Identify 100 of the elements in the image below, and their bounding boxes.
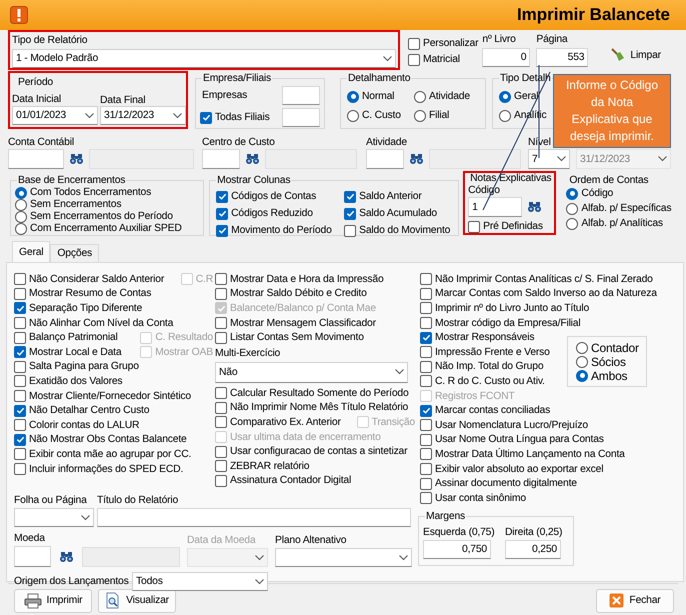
radio-button[interactable]: Filial [414,109,481,122]
checkbox[interactable]: Salta Pagina para Grupo [14,360,139,374]
checkbox[interactable]: Usar Nome Outra Língua para Contas [420,433,604,446]
checkbox[interactable]: Mostrar Resumo de Contas [14,287,152,300]
radio-button[interactable]: Alfab. p/ Analíticas [566,217,673,230]
checkbox[interactable]: Saldo Anterior [344,190,454,203]
checkbox[interactable]: Marcar contas conciliadas [420,404,550,418]
checkbox[interactable]: Personalizar [408,37,478,50]
checkbox[interactable]: Movimento do Período [216,224,344,237]
text-field[interactable]: 0,750 [423,540,491,558]
binoculars-icon[interactable] [60,550,73,563]
checkbox[interactable]: Mostrar código da Empresa/Filial [420,316,580,330]
radio-button[interactable]: Sócios [576,354,646,368]
text-field[interactable]: 553 [536,48,588,67]
dropdown[interactable]: Todos [132,572,268,592]
checkbox[interactable]: Listar Contas Sem Movimento [215,331,364,344]
radio-button[interactable]: Contador [576,340,646,354]
dropdown[interactable]: 31/12/2023 [576,149,671,169]
checkbox[interactable]: Exibir valor absoluto ao exportar excel [420,462,604,476]
checkbox[interactable]: Códigos de Contas [216,190,344,203]
binoculars-icon[interactable] [246,153,259,165]
radio-button[interactable]: Normal [347,90,414,103]
checkbox[interactable]: Não Imprimir Nome Mês Título Relatório [215,401,408,414]
text-field[interactable] [97,508,411,528]
dropdown[interactable]: 1 - Modelo Padrão [12,49,396,68]
checkbox[interactable]: Assinar documento digitalmente [420,477,577,490]
text-field[interactable] [282,86,320,105]
checkbox[interactable]: Não Mostrar Obs Contas Balancete [14,433,187,446]
text-field[interactable] [429,149,521,169]
dropdown[interactable]: 7 [528,149,570,169]
clear-button[interactable]: Limpar [608,45,663,65]
radio-button[interactable]: Alfab. p/ Específicas [566,202,673,215]
checkbox[interactable]: Balanço Patrimonial [14,331,118,344]
checkbox[interactable]: Saldo do Movimento [344,224,454,237]
checkbox[interactable]: Não Considerar Saldo Anterior [14,272,164,286]
tab[interactable]: Opções [50,244,100,262]
text-field[interactable] [14,546,51,568]
radio-button[interactable]: Atividade [414,90,481,103]
radio-button[interactable]: C. Custo [347,109,414,122]
checkbox[interactable]: Todas Filiais [200,111,270,124]
field-label: Moeda [14,532,46,546]
checkbox[interactable]: Imprimir nº do Livro Junto ao Título [420,302,590,315]
checkbox[interactable]: Mostrar Responsáveis [420,331,534,344]
checkbox[interactable]: Assinatura Contador Digital [215,474,352,488]
radio-button[interactable]: Com Encerramento Auxiliar SPED [15,223,200,235]
radio-button[interactable]: Com Todos Encerramentos [15,187,200,199]
checkbox[interactable]: Não Detalhar Centro Custo [14,404,150,418]
checkbox[interactable]: Mostrar Cliente/Fornecedor Sintético [14,390,192,403]
text-field[interactable]: 0 [482,48,530,67]
checkbox[interactable]: Usar configuracao de contas a sintetizar [215,445,408,458]
dropdown[interactable]: 01/01/2023 [12,106,98,125]
text-field[interactable] [282,108,320,127]
binoculars-icon[interactable] [70,153,83,165]
checkbox[interactable]: Pré Definidas [468,220,552,233]
radio-button[interactable]: Sem Encerramentos do Período [15,211,200,223]
checkbox[interactable]: Mostrar Mensagem Classificador [215,316,376,330]
checkbox[interactable]: Não Imp. Total do Grupo [420,360,544,374]
checkbox[interactable]: Usar Nomenclatura Lucro/Prejuízo [420,418,588,432]
text-field[interactable]: 0,250 [505,540,561,558]
close-button[interactable]: Fechar [596,588,674,612]
checkbox[interactable]: Códigos Reduzido [216,207,344,220]
checkbox[interactable]: Saldo Acumulado [344,207,454,220]
text-field[interactable] [202,149,240,169]
checkbox[interactable]: ZEBRAR relatório [215,460,310,473]
tooltip-text: Informe o Código da Nota Explicativa que deseja imprimir. [564,77,660,145]
checkbox[interactable]: Separação Tipo Diferente [14,302,142,315]
text-field[interactable] [366,149,404,169]
text-field[interactable] [82,546,180,567]
checkbox[interactable]: Usar conta sinônimo [420,492,526,505]
print-button[interactable]: Imprimir [14,588,92,612]
checkbox[interactable]: C. R do C. Custo ou Ativ. [420,374,545,388]
checkbox[interactable]: Mostrar Data e Hora da Impressão [215,272,384,286]
checkbox[interactable]: Marcar Contas com Saldo Inverso ao da Natureza [420,287,657,300]
binoculars-icon[interactable] [410,153,423,165]
checkbox[interactable]: Impressão Frente e Verso [420,346,550,359]
checkbox[interactable]: Incluir informações do SPED ECD. [14,462,184,476]
preview-button[interactable]: Visualizar [98,588,176,612]
dropdown[interactable] [275,548,412,568]
checkbox[interactable]: Mostrar Saldo Débito e Credito [215,287,367,300]
binoculars-icon[interactable] [528,201,542,213]
radio-button[interactable]: Geral [499,90,552,103]
checkbox[interactable]: Matricial [408,53,478,66]
checkbox[interactable]: Mostrar Data Último Lançamento na Conta [420,448,625,461]
checkbox[interactable]: Calcular Resultado Somente do Período [215,386,409,400]
checkbox[interactable]: Não Imprimir Contas Analíticas c/ S. Final Zerado [420,272,653,286]
radio-button[interactable]: Ambos [576,368,646,382]
dropdown[interactable]: Não [215,362,408,383]
checkbox[interactable]: Mostrar Local e Data [14,346,122,359]
dropdown[interactable]: 31/12/2023 [100,106,186,125]
checkbox[interactable]: Não Alinhar Com Nível da Conta [14,316,174,330]
radio-button[interactable]: Código [566,187,673,200]
checkbox[interactable]: Exatidão dos Valores [14,374,122,388]
checkbox[interactable]: Colorir contas do LALUR [14,418,140,432]
text-field[interactable]: 1 [468,197,522,217]
dropdown[interactable] [14,508,94,528]
radio-button[interactable]: Sem Encerramentos [15,199,200,211]
tab[interactable]: Geral [12,241,50,262]
checkbox[interactable]: Exibir conta mãe ao agrupar por CC. [14,448,192,461]
text-field[interactable] [8,149,64,169]
checkbox[interactable]: Comparativo Ex. Anterior [215,416,341,429]
